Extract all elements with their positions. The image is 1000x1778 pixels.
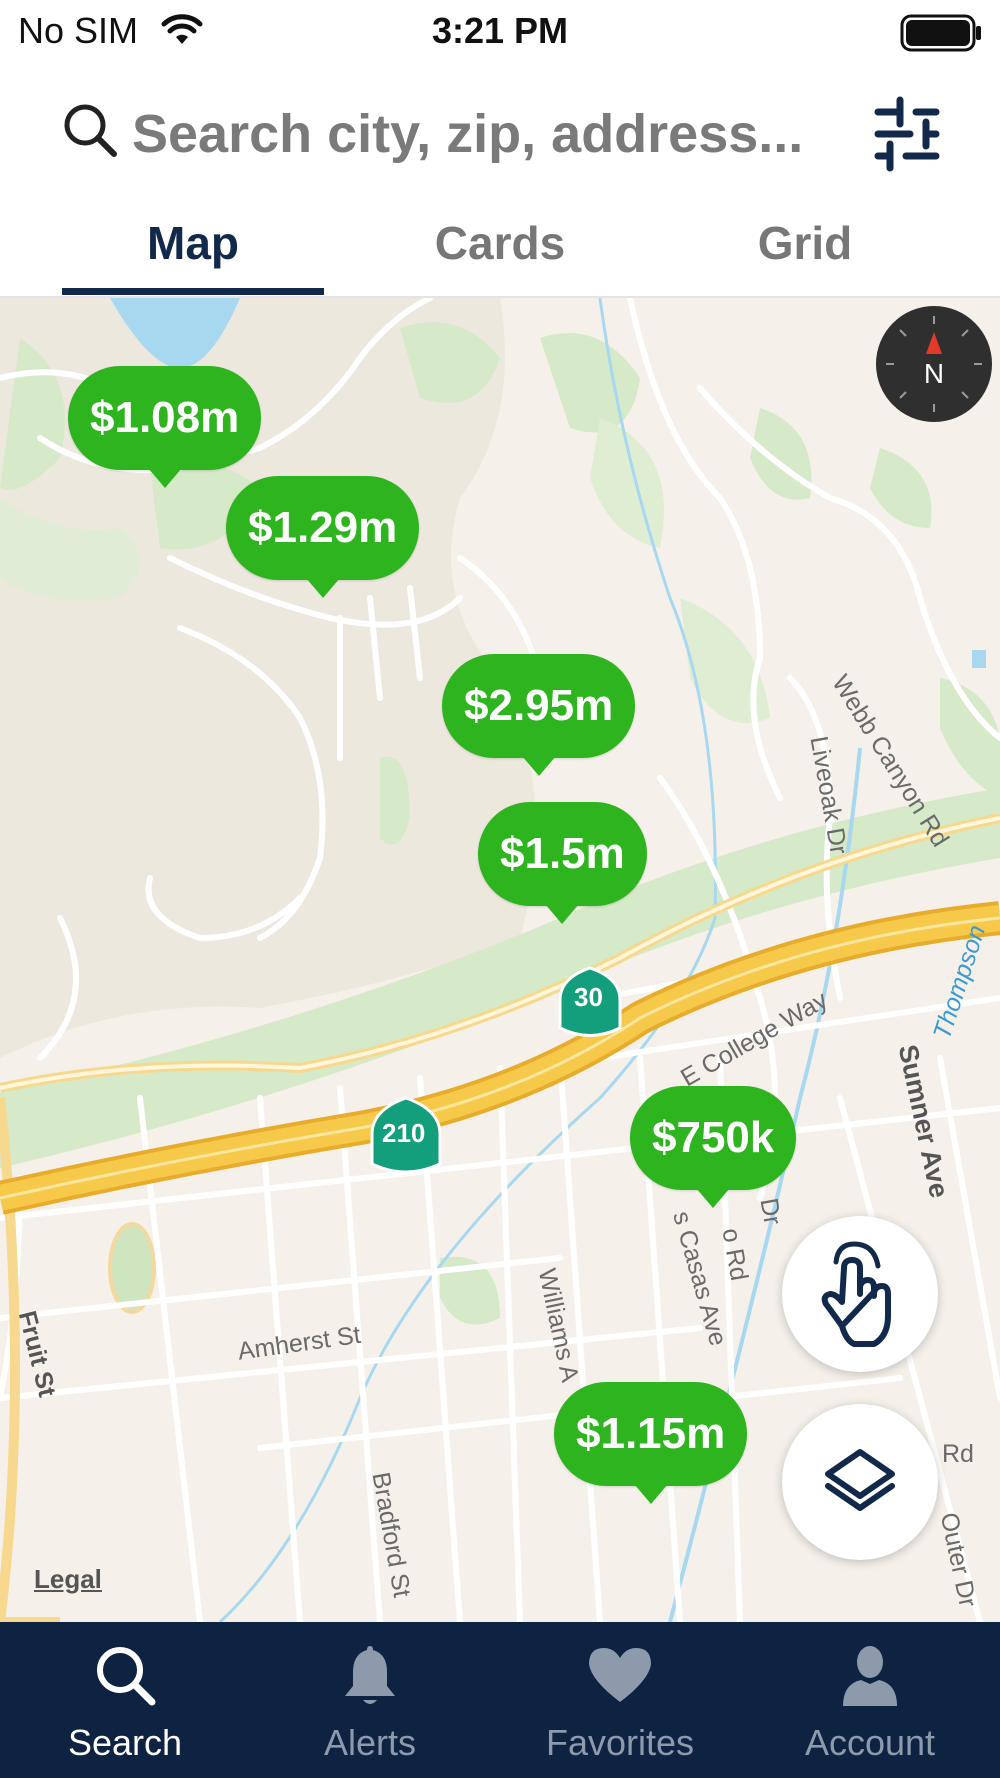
nav-favorites-label: Favorites <box>545 1722 695 1763</box>
status-bar: No SIM 3:21 PM <box>0 0 1000 64</box>
route-210-label: 210 <box>382 1118 426 1148</box>
map-view[interactable]: 30 210 Webb Canyon Rd Liveoak Dr Thompso… <box>0 298 1000 1622</box>
nav-account-label: Account <box>804 1722 936 1763</box>
search-icon <box>97 1647 156 1706</box>
price-pin-label: $1.5m <box>478 802 647 906</box>
price-pin[interactable]: $2.95m <box>442 654 636 776</box>
price-pin[interactable]: $750k <box>630 1086 797 1208</box>
map-layers-button[interactable] <box>782 1404 938 1560</box>
price-pin[interactable]: $1.15m <box>554 1382 748 1504</box>
price-pin-label: $1.15m <box>554 1382 748 1486</box>
price-pin[interactable]: $1.5m <box>478 802 647 924</box>
search-icon <box>64 104 117 157</box>
route-30-label: 30 <box>574 982 603 1012</box>
street-label-rd: Rd <box>942 1440 974 1468</box>
view-tabs: Map Cards Grid <box>0 200 1000 298</box>
nav-favorites[interactable]: Favorites <box>495 1622 745 1778</box>
person-icon <box>843 1646 897 1706</box>
heart-icon <box>589 1648 651 1702</box>
search-bar <box>0 80 1000 190</box>
filter-sliders-icon[interactable] <box>872 94 942 174</box>
search-input[interactable] <box>130 98 854 170</box>
draw-search-button[interactable] <box>782 1216 938 1372</box>
nav-alerts-label: Alerts <box>323 1722 417 1763</box>
tab-cards[interactable]: Cards <box>400 216 600 270</box>
nav-account[interactable]: Account <box>745 1622 995 1778</box>
price-pin-label: $750k <box>630 1086 797 1190</box>
status-time: 3:21 PM <box>431 10 569 51</box>
hand-pointer-icon <box>821 1241 891 1347</box>
price-pin[interactable]: $1.29m <box>226 476 420 598</box>
compass-button[interactable]: N <box>876 306 992 422</box>
layers-icon <box>825 1449 895 1511</box>
active-tab-indicator <box>62 288 324 295</box>
bell-icon <box>345 1646 395 1704</box>
bottom-tab-bar: Search Alerts Favorites Account <box>0 1622 1000 1778</box>
legal-link[interactable]: Legal <box>34 1564 102 1595</box>
price-pin-label: $2.95m <box>442 654 636 758</box>
price-pin-label: $1.08m <box>68 366 262 470</box>
price-pin-label: $1.29m <box>226 476 420 580</box>
nav-search[interactable]: Search <box>0 1622 250 1778</box>
price-pin[interactable]: $1.08m <box>68 366 262 488</box>
compass-north-label: N <box>923 358 945 389</box>
nav-search-label: Search <box>67 1722 183 1763</box>
tab-grid[interactable]: Grid <box>700 216 910 270</box>
battery-icon <box>900 14 981 52</box>
nav-alerts[interactable]: Alerts <box>245 1622 495 1778</box>
tab-map[interactable]: Map <box>62 216 324 270</box>
